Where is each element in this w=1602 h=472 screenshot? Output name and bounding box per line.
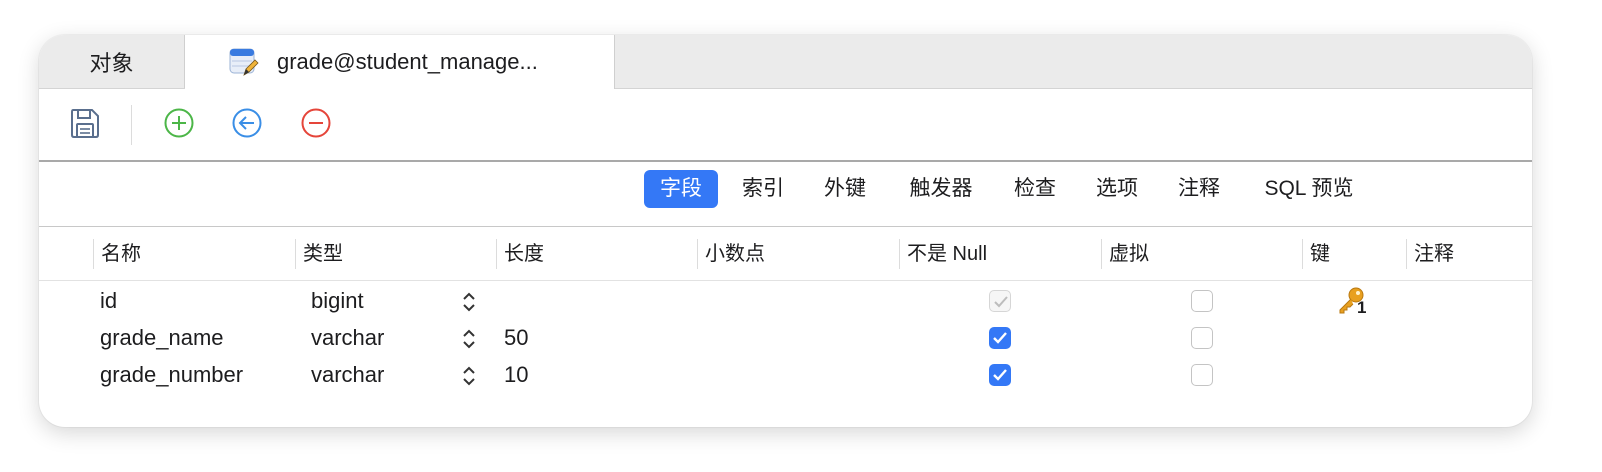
field-type[interactable]: bigint (311, 282, 364, 319)
add-field-icon (163, 107, 195, 144)
delete-field-icon (300, 107, 332, 144)
tab-fields[interactable]: 字段 (644, 170, 718, 208)
type-stepper-icon[interactable] (461, 365, 477, 387)
field-length[interactable]: 50 (504, 319, 528, 356)
field-name[interactable]: id (100, 282, 117, 319)
tab-bar: 对象 grade@student_manage... (39, 35, 1532, 89)
save-icon (68, 106, 102, 145)
field-type[interactable]: varchar (311, 319, 384, 356)
column-header-length[interactable]: 长度 (496, 239, 698, 269)
virtual-checkbox[interactable] (1191, 327, 1213, 349)
column-header-key[interactable]: 键 (1302, 239, 1406, 269)
table-row[interactable]: grade_number varchar 10 (39, 356, 1532, 393)
tab-indexes[interactable]: 索引 (729, 170, 797, 208)
not-null-checkbox[interactable] (989, 364, 1011, 386)
column-header-name[interactable]: 名称 (93, 239, 295, 269)
field-name[interactable]: grade_name (100, 319, 224, 356)
tab-triggers[interactable]: 触发器 (897, 170, 985, 208)
delete-field-button[interactable] (298, 107, 334, 143)
column-header-comment[interactable]: 注释 (1406, 239, 1532, 269)
add-field-button[interactable] (161, 107, 197, 143)
not-null-checkbox[interactable] (989, 327, 1011, 349)
tab-grade-designer[interactable]: grade@student_manage... (185, 35, 615, 89)
type-stepper-icon[interactable] (461, 328, 477, 350)
tab-grade-label: grade@student_manage... (277, 49, 538, 74)
tab-foreign-keys[interactable]: 外键 (811, 170, 879, 208)
insert-field-button[interactable] (229, 107, 265, 143)
primary-key-icon: 1 (1337, 286, 1373, 318)
column-header-not-null[interactable]: 不是 Null (899, 239, 1101, 269)
toolbar-divider (131, 105, 132, 145)
column-header-virtual[interactable]: 虚拟 (1101, 239, 1303, 269)
field-name[interactable]: grade_number (100, 356, 243, 393)
designer-sections: 字段 索引 外键 触发器 检查 选项 注释 SQL 预览 (39, 162, 1532, 227)
table-edit-icon (229, 47, 259, 77)
table-row[interactable]: grade_name varchar 50 (39, 319, 1532, 356)
table-row[interactable]: id bigint 1 (39, 282, 1532, 319)
tab-checks[interactable]: 检查 (1001, 170, 1069, 208)
tab-sql-preview[interactable]: SQL 预览 (1253, 170, 1365, 208)
column-header-decimals[interactable]: 小数点 (697, 239, 899, 269)
insert-field-icon (231, 107, 263, 144)
tab-objects-label: 对象 (89, 50, 134, 76)
tab-objects[interactable]: 对象 (39, 35, 185, 88)
not-null-checkbox[interactable] (989, 290, 1011, 312)
virtual-checkbox[interactable] (1191, 290, 1213, 312)
tab-comment[interactable]: 注释 (1165, 170, 1233, 208)
virtual-checkbox[interactable] (1191, 364, 1213, 386)
toolbar (39, 89, 1532, 162)
field-length[interactable]: 10 (504, 356, 528, 393)
save-button[interactable] (67, 107, 103, 143)
type-stepper-icon[interactable] (461, 291, 477, 313)
table-designer-window: 对象 grade@student_manage... 字段 索引 外键 触发器 … (39, 35, 1532, 427)
field-type[interactable]: varchar (311, 356, 384, 393)
fields-table-header: 名称 类型 长度 小数点 不是 Null 虚拟 键 注释 (39, 227, 1532, 281)
tab-options[interactable]: 选项 (1083, 170, 1151, 208)
column-header-type[interactable]: 类型 (295, 239, 497, 269)
key-order: 1 (1357, 298, 1367, 317)
